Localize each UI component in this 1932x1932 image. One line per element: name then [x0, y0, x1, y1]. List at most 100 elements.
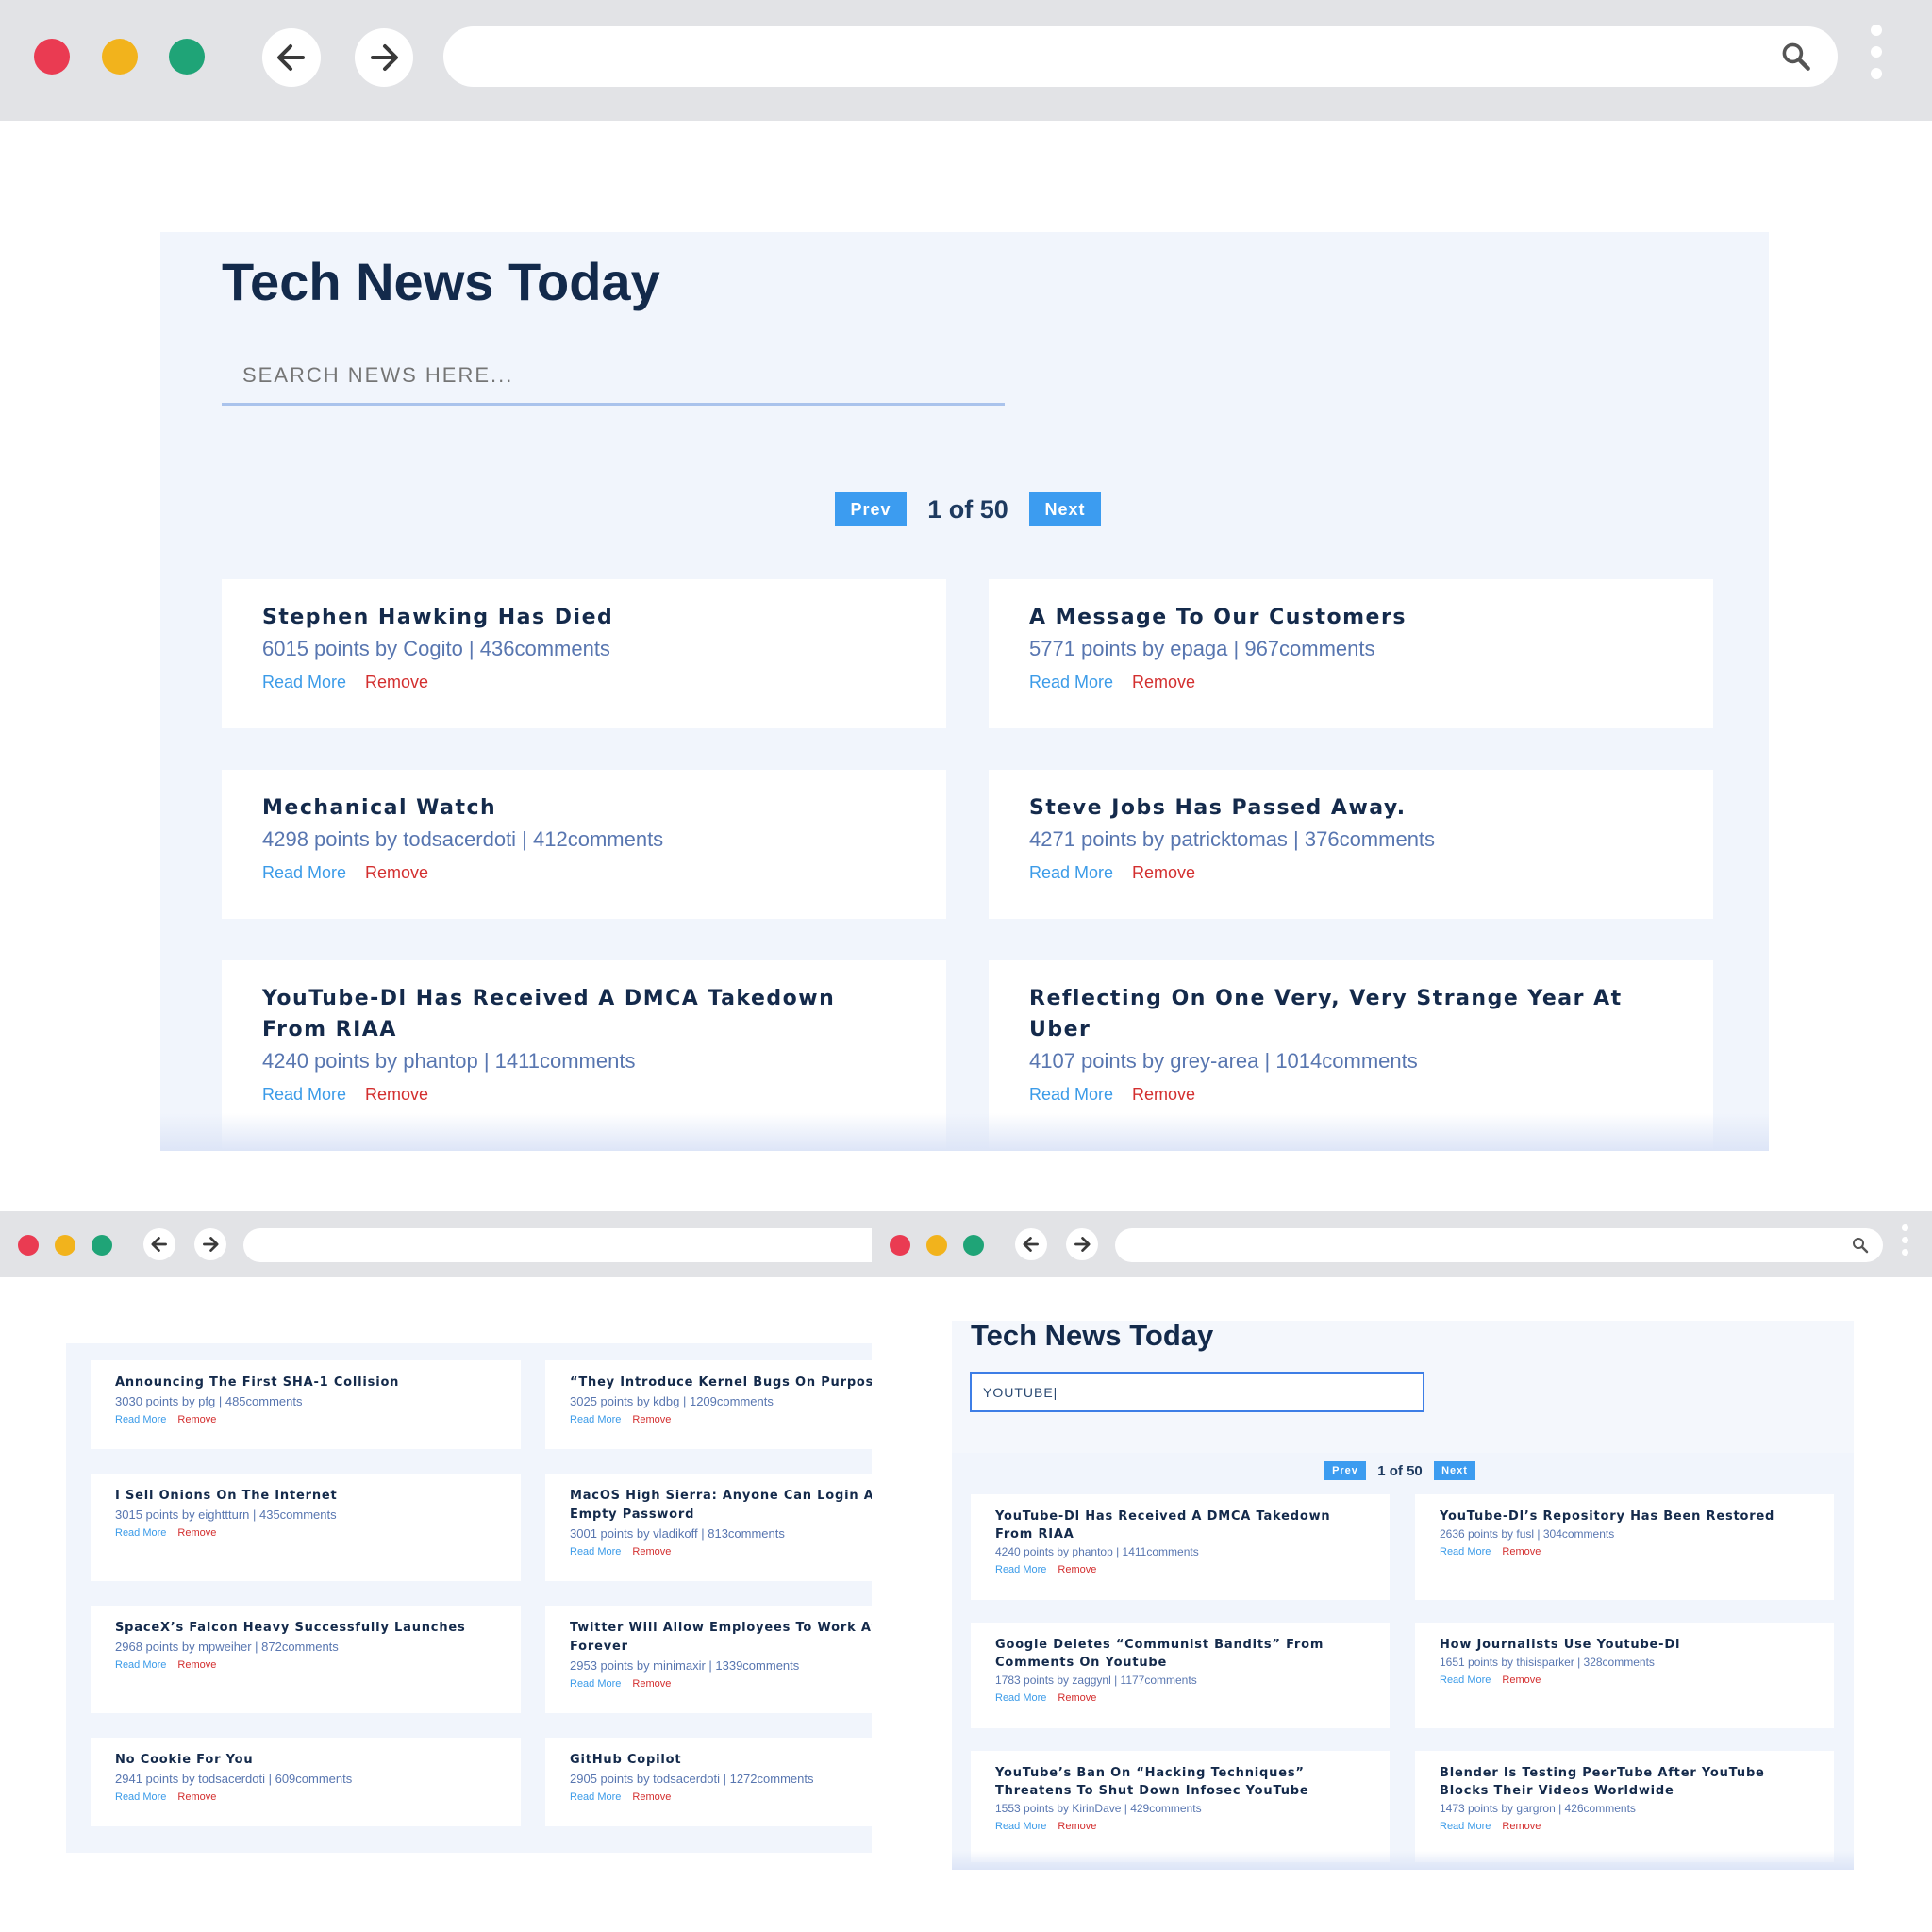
news-card-title[interactable]: YouTube-Dl Has Received A DMCA Takedown … [995, 1507, 1365, 1543]
back-button[interactable] [143, 1228, 175, 1260]
forward-button[interactable] [355, 28, 413, 87]
maximize-window-button[interactable] [169, 39, 205, 75]
read-more-link[interactable]: Read More [995, 1564, 1046, 1575]
news-card-title[interactable]: Announcing The First SHA-1 Collision [115, 1374, 496, 1392]
news-card-title[interactable]: Stephen Hawking Has Died [262, 602, 906, 633]
news-card-title[interactable]: I Sell Onions On The Internet [115, 1487, 496, 1506]
read-more-link[interactable]: Read More [262, 673, 346, 692]
read-more-link[interactable]: Read More [262, 863, 346, 883]
read-more-link[interactable]: Read More [1029, 863, 1113, 883]
read-more-link[interactable]: Read More [1029, 673, 1113, 692]
next-button[interactable]: Next [1029, 492, 1101, 526]
news-card-actions: Read More Remove [995, 1564, 1365, 1575]
remove-link[interactable]: Remove [1132, 673, 1195, 692]
news-card-title[interactable]: Google Deletes “Communist Bandits” From … [995, 1636, 1365, 1672]
read-more-link[interactable]: Read More [570, 1791, 621, 1803]
news-card-title[interactable]: MacOS High Sierra: Anyone Can Login As ‘… [570, 1487, 872, 1524]
news-card-title[interactable]: Steve Jobs Has Passed Away. [1029, 792, 1673, 824]
news-card-title[interactable]: No Cookie For You [115, 1751, 496, 1770]
news-card-title[interactable]: SpaceX’s Falcon Heavy Successfully Launc… [115, 1619, 496, 1638]
address-bar[interactable] [243, 1228, 872, 1262]
remove-link[interactable]: Remove [1132, 1085, 1195, 1105]
news-card-title[interactable]: Blender Is Testing PeerTube After YouTub… [1440, 1764, 1809, 1800]
read-more-link[interactable]: Read More [570, 1546, 621, 1557]
read-more-link[interactable]: Read More [1440, 1821, 1491, 1832]
news-card-actions: Read More Remove [1029, 673, 1673, 692]
close-window-button[interactable] [18, 1235, 39, 1256]
remove-link[interactable]: Remove [632, 1678, 671, 1690]
news-card-actions: Read More Remove [262, 863, 906, 883]
remove-link[interactable]: Remove [1058, 1564, 1096, 1575]
remove-link[interactable]: Remove [632, 1546, 671, 1557]
remove-link[interactable]: Remove [1058, 1821, 1096, 1832]
read-more-link[interactable]: Read More [115, 1659, 166, 1671]
news-card-title[interactable]: Mechanical Watch [262, 792, 906, 824]
read-more-link[interactable]: Read More [115, 1791, 166, 1803]
page-title: Tech News Today [971, 1321, 1214, 1352]
news-card-title[interactable]: GitHub Copilot [570, 1751, 872, 1770]
prev-button[interactable]: Prev [835, 492, 907, 526]
remove-link[interactable]: Remove [1058, 1692, 1096, 1704]
forward-arrow-icon [1074, 1237, 1091, 1252]
news-card-actions: Read More Remove [570, 1678, 872, 1690]
news-card-meta: 4240 points by phantop | 1411comments [262, 1049, 636, 1073]
remove-link[interactable]: Remove [177, 1659, 216, 1671]
remove-link[interactable]: Remove [1502, 1546, 1541, 1557]
search-icon[interactable] [1779, 40, 1813, 74]
news-card-title[interactable]: A Message To Our Customers [1029, 602, 1673, 633]
maximize-window-button[interactable] [92, 1235, 112, 1256]
news-card-title[interactable]: How Journalists Use Youtube-Dl [1440, 1636, 1809, 1654]
remove-link[interactable]: Remove [1502, 1821, 1541, 1832]
remove-link[interactable]: Remove [365, 1085, 428, 1105]
address-bar[interactable] [1115, 1228, 1883, 1262]
news-card-actions: Read More Remove [570, 1546, 872, 1557]
remove-link[interactable]: Remove [177, 1527, 216, 1539]
remove-link[interactable]: Remove [632, 1791, 671, 1803]
remove-link[interactable]: Remove [1502, 1674, 1541, 1686]
address-bar[interactable] [443, 26, 1838, 87]
minimize-window-button[interactable] [55, 1235, 75, 1256]
search-icon[interactable] [1851, 1236, 1870, 1255]
news-card-title[interactable]: YouTube’s Ban On “Hacking Techniques” Th… [995, 1764, 1365, 1800]
search-input[interactable]: YOUTUBE| [970, 1372, 1424, 1412]
forward-button[interactable] [194, 1228, 226, 1260]
remove-link[interactable]: Remove [632, 1414, 671, 1425]
more-vertical-icon[interactable] [1902, 1224, 1909, 1256]
minimize-window-button[interactable] [926, 1235, 947, 1256]
news-card-title[interactable]: Twitter Will Allow Employees To Work At … [570, 1619, 872, 1657]
read-more-link[interactable]: Read More [115, 1414, 166, 1425]
news-card: How Journalists Use Youtube-Dl 1651 point… [1415, 1623, 1834, 1728]
read-more-link[interactable]: Read More [570, 1414, 621, 1425]
back-button[interactable] [262, 28, 321, 87]
read-more-link[interactable]: Read More [1440, 1674, 1491, 1686]
close-window-button[interactable] [34, 39, 70, 75]
news-card-meta: 2636 points by fusl | 304comments [1440, 1527, 1615, 1541]
forward-button[interactable] [1066, 1228, 1098, 1260]
read-more-link[interactable]: Read More [115, 1527, 166, 1539]
read-more-link[interactable]: Read More [262, 1085, 346, 1105]
remove-link[interactable]: Remove [177, 1414, 216, 1425]
news-card-title[interactable]: YouTube-Dl’s Repository Has Been Restore… [1440, 1507, 1809, 1525]
read-more-link[interactable]: Read More [1029, 1085, 1113, 1105]
remove-link[interactable]: Remove [1132, 863, 1195, 883]
minimize-window-button[interactable] [102, 39, 138, 75]
close-window-button[interactable] [890, 1235, 910, 1256]
news-card-title[interactable]: YouTube-Dl Has Received A DMCA Takedown … [262, 983, 906, 1045]
back-button[interactable] [1015, 1228, 1047, 1260]
remove-link[interactable]: Remove [177, 1791, 216, 1803]
more-vertical-icon[interactable] [1871, 25, 1884, 79]
read-more-link[interactable]: Read More [995, 1821, 1046, 1832]
news-card-title[interactable]: “They Introduce Kernel Bugs On Purpose” [570, 1374, 872, 1392]
remove-link[interactable]: Remove [365, 863, 428, 883]
news-card-meta: 3001 points by vladikoff | 813comments [570, 1526, 785, 1541]
search-input[interactable] [222, 347, 1005, 406]
read-more-link[interactable]: Read More [995, 1692, 1046, 1704]
maximize-window-button[interactable] [963, 1235, 984, 1256]
next-button[interactable]: Next [1434, 1461, 1475, 1480]
prev-button[interactable]: Prev [1324, 1461, 1366, 1480]
read-more-link[interactable]: Read More [570, 1678, 621, 1690]
news-card-actions: Read More Remove [115, 1791, 496, 1803]
read-more-link[interactable]: Read More [1440, 1546, 1491, 1557]
remove-link[interactable]: Remove [365, 673, 428, 692]
news-card-title[interactable]: Reflecting On One Very, Very Strange Yea… [1029, 983, 1673, 1045]
